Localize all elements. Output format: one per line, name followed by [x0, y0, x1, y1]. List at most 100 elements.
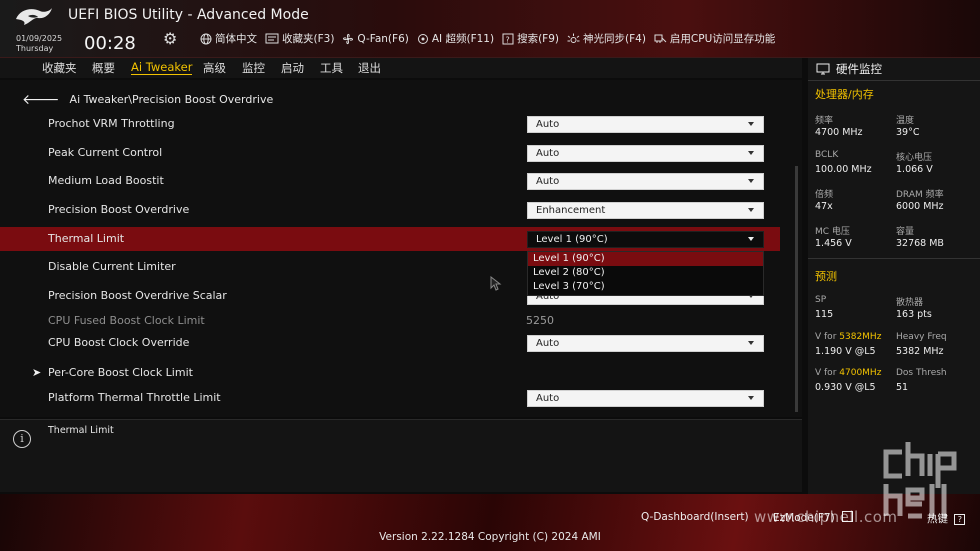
- search-button[interactable]: ? 搜索(F9): [502, 31, 559, 46]
- aura-sync-button[interactable]: 神光同步(F4): [567, 31, 646, 46]
- metric-value: 5382 MHz: [896, 346, 944, 357]
- main-nav: 收藏夹 概要 Ai Tweaker 高级 监控 启动 工具 退出: [0, 58, 802, 78]
- platform-thermal-select[interactable]: Auto: [527, 390, 764, 407]
- setting-row-medium-load[interactable]: Medium Load Boostit Auto: [0, 169, 790, 193]
- language-button[interactable]: 简体中文: [200, 31, 257, 46]
- setting-row-platform-thermal[interactable]: Platform Thermal Throttle Limit Auto: [0, 386, 790, 410]
- hardware-monitor-title-text: 硬件监控: [836, 62, 882, 76]
- setting-label: Precision Boost Overdrive: [48, 203, 190, 216]
- metric-label: Heavy Freq: [896, 332, 947, 342]
- qdashboard-button[interactable]: Q-Dashboard(Insert): [641, 511, 749, 523]
- setting-row-boost-override[interactable]: CPU Boost Clock Override Auto: [0, 331, 790, 355]
- settings-panel: 🡐 Ai Tweaker\Precision Boost Overdrive P…: [0, 80, 802, 417]
- dropdown-option[interactable]: Level 2 (80°C): [528, 266, 763, 280]
- caret-down-icon: [748, 179, 754, 183]
- ai-icon: [417, 33, 428, 44]
- setting-label: Disable Current Limiter: [48, 260, 176, 273]
- metric-value: 1.066 V: [896, 164, 933, 175]
- metric-label-freq: 5382MHz: [839, 332, 882, 342]
- tab-monitor[interactable]: 监控: [242, 60, 265, 76]
- divider: [808, 258, 980, 259]
- tab-advanced[interactable]: 高级: [203, 60, 226, 76]
- metric-label: Dos Thresh: [896, 368, 947, 378]
- dropdown-option[interactable]: Level 1 (90°C): [528, 252, 763, 266]
- metric-value: 6000 MHz: [896, 201, 944, 212]
- pbo-select[interactable]: Enhancement: [527, 202, 764, 219]
- setting-row-prochot[interactable]: Prochot VRM Throttling Auto: [0, 112, 790, 136]
- metric-label: SP: [815, 295, 827, 305]
- setting-row-fused-boost: CPU Fused Boost Clock Limit 5250: [0, 309, 790, 333]
- metric-value: 0.930 V @L5: [815, 382, 876, 393]
- app-title: UEFI BIOS Utility - Advanced Mode: [68, 7, 309, 23]
- tab-favorites[interactable]: 收藏夹: [42, 60, 77, 76]
- peak-current-select[interactable]: Auto: [527, 145, 764, 162]
- metric-label: 频率: [815, 116, 834, 126]
- setting-row-peak-current[interactable]: Peak Current Control Auto: [0, 141, 790, 165]
- metric-label: MC 电压: [815, 227, 850, 237]
- metric-label: 容量: [896, 227, 915, 237]
- metric-value: 4700 MHz: [815, 127, 863, 138]
- metric-label: DRAM 频率: [896, 190, 944, 200]
- metric-label-prefix: V for: [815, 368, 840, 378]
- metric-label: V for 5382MHz: [815, 332, 881, 342]
- select-value: Auto: [536, 176, 560, 187]
- metric-label-prefix: V for: [815, 332, 840, 342]
- light-icon: [567, 33, 580, 43]
- search-label: 搜索(F9): [517, 33, 559, 45]
- boost-override-select[interactable]: Auto: [527, 335, 764, 352]
- tab-tool[interactable]: 工具: [320, 60, 343, 76]
- tab-exit[interactable]: 退出: [358, 60, 381, 76]
- toolbar: 简体中文 收藏夹(F3) Q-Fan(F6) AI 超频(F11) ? 搜索(F…: [200, 31, 775, 46]
- favorites-button[interactable]: 收藏夹(F3): [265, 31, 334, 46]
- cpu-memory-section-title: 处理器/内存: [815, 88, 874, 101]
- help-panel: i Thermal Limit: [0, 419, 802, 492]
- dropdown-option[interactable]: Level 3 (70°C): [528, 280, 763, 294]
- metric-label: V for 4700MHz: [815, 368, 881, 378]
- medium-load-select[interactable]: Auto: [527, 173, 764, 190]
- resizable-bar-button[interactable]: 启用CPU访问显存功能: [654, 31, 775, 46]
- question-icon: ?: [502, 33, 514, 44]
- aura-sync-label: 神光同步(F4): [583, 33, 646, 45]
- thermal-limit-dropdown: Level 1 (90°C) Level 2 (80°C) Level 3 (7…: [527, 251, 764, 296]
- setting-row-per-core-boost[interactable]: ➤ Per-Core Boost Clock Limit: [0, 361, 790, 385]
- thermal-limit-select[interactable]: Level 1 (90°C): [527, 231, 764, 248]
- fused-boost-value: 5250: [526, 314, 554, 327]
- metric-label: 温度: [896, 116, 915, 126]
- setting-label: Per-Core Boost Clock Limit: [48, 366, 193, 379]
- tab-main[interactable]: 概要: [92, 60, 115, 76]
- header-bar: UEFI BIOS Utility - Advanced Mode 01/09/…: [0, 0, 980, 58]
- settings-scrollbar[interactable]: [795, 166, 798, 412]
- back-arrow-icon[interactable]: 🡐: [22, 91, 60, 108]
- ai-overclock-button[interactable]: AI 超频(F11): [417, 31, 494, 46]
- metric-value: 1.190 V @L5: [815, 346, 876, 357]
- metric-label: 核心电压: [896, 153, 933, 163]
- caret-down-icon: [748, 237, 754, 241]
- metric-label: 散热器: [896, 298, 924, 308]
- caret-down-icon: [748, 208, 754, 212]
- metric-value: 163 pts: [896, 309, 932, 320]
- caret-down-icon: [748, 341, 754, 345]
- setting-row-pbo[interactable]: Precision Boost Overdrive Enhancement: [0, 198, 790, 222]
- metric-label: 倍频: [815, 190, 834, 200]
- chiphell-logo-icon: [883, 442, 957, 519]
- svg-text:?: ?: [506, 35, 510, 44]
- setting-label: Precision Boost Overdrive Scalar: [48, 289, 227, 302]
- setting-row-thermal-limit[interactable]: Thermal Limit Level 1 (90°C): [0, 227, 780, 251]
- gear-icon[interactable]: ⚙: [163, 29, 177, 48]
- caret-down-icon: [748, 122, 754, 126]
- favorites-icon: [265, 33, 279, 44]
- submenu-arrow-icon: ➤: [32, 366, 42, 379]
- metric-value: 1.456 V: [815, 238, 852, 249]
- metric-value: 47x: [815, 201, 833, 212]
- setting-label: CPU Fused Boost Clock Limit: [48, 314, 205, 327]
- prochot-select[interactable]: Auto: [527, 116, 764, 133]
- fan-icon: [343, 33, 354, 44]
- qfan-button[interactable]: Q-Fan(F6): [342, 31, 409, 46]
- globe-icon: [200, 33, 212, 44]
- breadcrumb: 🡐 Ai Tweaker\Precision Boost Overdrive: [22, 91, 273, 108]
- tab-boot[interactable]: 启动: [281, 60, 304, 76]
- metric-label: BCLK: [815, 150, 839, 160]
- date-text: 01/09/2025: [16, 34, 63, 43]
- tab-ai-tweaker[interactable]: Ai Tweaker: [131, 60, 193, 75]
- select-value: Auto: [536, 148, 560, 159]
